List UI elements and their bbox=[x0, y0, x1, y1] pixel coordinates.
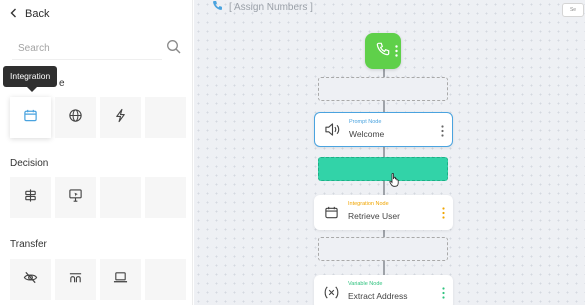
chevron-left-icon bbox=[10, 8, 17, 21]
tile-empty bbox=[145, 177, 186, 218]
canvas-search-label: Se bbox=[569, 7, 577, 13]
arch-icon bbox=[68, 270, 83, 290]
tile-empty bbox=[145, 97, 186, 138]
canvas-search-widget[interactable]: Se bbox=[562, 3, 584, 17]
search-box bbox=[8, 36, 186, 60]
search-underline bbox=[12, 59, 162, 60]
node-name: Extract Address bbox=[348, 291, 408, 301]
transfer-tile-row bbox=[10, 259, 186, 300]
variable-node-extract-address[interactable]: Variable Node Extract Address bbox=[314, 275, 453, 305]
prompt-node-welcome[interactable]: Prompt Node Welcome bbox=[314, 112, 453, 147]
flow-canvas[interactable]: [ Assign Numbers ] Se Prompt Node Welcom… bbox=[194, 0, 585, 305]
mouse-pointer-icon bbox=[389, 173, 399, 192]
calendar-icon bbox=[314, 205, 348, 220]
tile-agent-transfer-node[interactable] bbox=[100, 259, 141, 300]
node-type-label: Variable Node bbox=[348, 281, 383, 287]
flow-title-text: [ Assign Numbers ] bbox=[229, 1, 313, 13]
search-icon[interactable] bbox=[166, 39, 182, 60]
tile-screen-decision-node[interactable] bbox=[55, 177, 96, 218]
integration-node-retrieve-user[interactable]: Integration Node Retrieve User bbox=[314, 195, 453, 230]
tile-web-node[interactable] bbox=[55, 97, 96, 138]
node-name: Welcome bbox=[349, 129, 385, 139]
phone-icon bbox=[376, 42, 390, 61]
drop-zone[interactable] bbox=[318, 237, 448, 261]
tile-integration-node[interactable] bbox=[10, 97, 51, 138]
app-root: Back e bbox=[0, 0, 585, 305]
tile-empty bbox=[100, 177, 141, 218]
flow-title: [ Assign Numbers ] bbox=[212, 0, 313, 14]
variable-icon bbox=[314, 285, 348, 300]
section-title-partial: e bbox=[59, 78, 65, 89]
node-type-label: Integration Node bbox=[348, 201, 389, 207]
tile-branch-node[interactable] bbox=[10, 177, 51, 218]
eye-off-icon bbox=[23, 270, 38, 290]
kebab-menu-icon[interactable] bbox=[442, 286, 445, 304]
section-title-decision: Decision bbox=[10, 158, 49, 169]
section-title-transfer: Transfer bbox=[10, 239, 47, 250]
node-type-label: Prompt Node bbox=[349, 119, 382, 125]
tile-trigger-node[interactable] bbox=[100, 97, 141, 138]
tooltip: Integration bbox=[3, 66, 58, 92]
decision-tile-row bbox=[10, 177, 186, 218]
drop-zone[interactable] bbox=[318, 77, 448, 101]
speaker-icon bbox=[315, 122, 349, 137]
integration-tile-row bbox=[10, 97, 186, 138]
node-palette-panel: Back e bbox=[0, 0, 193, 305]
start-call-node[interactable] bbox=[365, 33, 401, 69]
tile-empty bbox=[145, 259, 186, 300]
monitor-pointer-icon bbox=[68, 188, 83, 208]
kebab-menu-icon[interactable] bbox=[442, 206, 445, 224]
signpost-icon bbox=[23, 188, 38, 208]
globe-icon bbox=[68, 108, 83, 128]
phone-icon bbox=[212, 0, 229, 14]
search-input[interactable] bbox=[8, 36, 186, 60]
tile-queue-transfer-node[interactable] bbox=[55, 259, 96, 300]
kebab-menu-icon[interactable] bbox=[395, 44, 398, 62]
calendar-icon bbox=[23, 108, 38, 128]
node-name: Retrieve User bbox=[348, 211, 400, 221]
back-button[interactable]: Back bbox=[10, 6, 49, 22]
kebab-menu-icon[interactable] bbox=[441, 124, 444, 142]
drop-zone-active[interactable] bbox=[318, 157, 448, 181]
laptop-icon bbox=[113, 270, 128, 290]
lightning-icon bbox=[113, 108, 128, 128]
back-label: Back bbox=[25, 8, 50, 20]
tile-hidden-transfer-node[interactable] bbox=[10, 259, 51, 300]
